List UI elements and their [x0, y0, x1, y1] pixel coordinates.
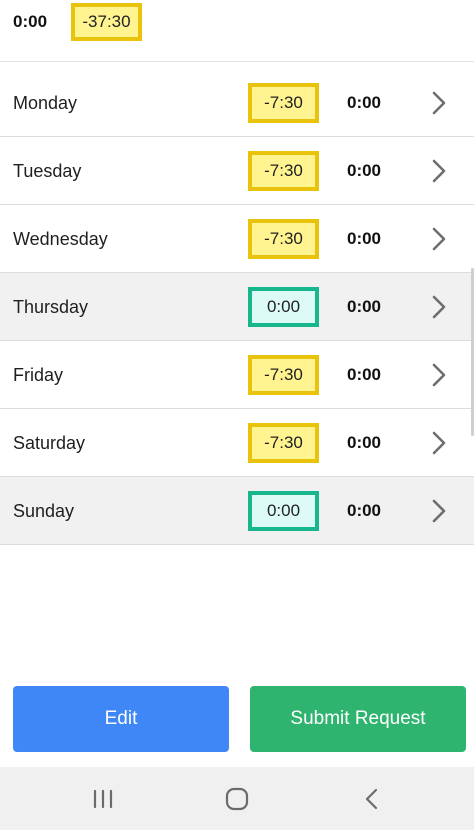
- day-row-friday[interactable]: Friday -7:30 0:00: [0, 341, 474, 409]
- day-name: Saturday: [13, 433, 86, 453]
- day-row-sunday[interactable]: Sunday 0:00 0:00: [0, 477, 474, 545]
- day-row-thursday[interactable]: Thursday 0:00 0:00: [0, 273, 474, 341]
- day-hours: 0:00: [346, 229, 382, 248]
- day-hours: 0:00: [346, 501, 382, 520]
- chevron-right-icon[interactable]: [426, 498, 452, 524]
- day-diff-badge: -7:30: [248, 151, 319, 191]
- day-diff-badge: 0:00: [248, 287, 319, 327]
- day-hours: 0:00: [346, 365, 382, 384]
- home-icon[interactable]: [221, 783, 253, 815]
- recent-apps-icon[interactable]: [87, 783, 119, 815]
- week-total-hours: 0:00: [13, 12, 48, 31]
- timesheet-week-screen: 0:00 -37:30 Monday -7:30 0:00 Tuesday -7…: [0, 0, 474, 830]
- chevron-right-icon[interactable]: [426, 430, 452, 456]
- day-row-wednesday[interactable]: Wednesday -7:30 0:00: [0, 205, 474, 273]
- day-diff-badge: -7:30: [248, 219, 319, 259]
- chevron-right-icon[interactable]: [426, 158, 452, 184]
- day-row-saturday[interactable]: Saturday -7:30 0:00: [0, 409, 474, 477]
- chevron-right-icon[interactable]: [426, 226, 452, 252]
- day-name: Thursday: [13, 297, 89, 317]
- day-name: Monday: [13, 93, 78, 113]
- day-row-monday[interactable]: Monday -7:30 0:00: [0, 69, 474, 137]
- day-diff-badge: -7:30: [248, 355, 319, 395]
- day-diff-badge: 0:00: [248, 491, 319, 531]
- chevron-right-icon[interactable]: [426, 90, 452, 116]
- week-summary: 0:00 -37:30: [0, 0, 474, 62]
- day-list: Monday -7:30 0:00 Tuesday -7:30 0:00 Wed…: [0, 69, 474, 545]
- day-hours: 0:00: [346, 297, 382, 316]
- day-diff-badge: -7:30: [248, 83, 319, 123]
- submit-request-button[interactable]: Submit Request: [250, 686, 466, 752]
- day-name: Sunday: [13, 501, 75, 521]
- day-hours: 0:00: [346, 433, 382, 452]
- chevron-right-icon[interactable]: [426, 362, 452, 388]
- edit-button[interactable]: Edit: [13, 686, 229, 752]
- back-icon[interactable]: [356, 783, 388, 815]
- day-name: Friday: [13, 365, 64, 385]
- day-name: Tuesday: [13, 161, 82, 181]
- system-nav-bar: [0, 767, 474, 830]
- day-hours: 0:00: [346, 93, 382, 112]
- week-total-diff-badge: -37:30: [71, 3, 142, 41]
- day-name: Wednesday: [13, 229, 108, 249]
- day-row-tuesday[interactable]: Tuesday -7:30 0:00: [0, 137, 474, 205]
- day-hours: 0:00: [346, 161, 382, 180]
- chevron-right-icon[interactable]: [426, 294, 452, 320]
- day-diff-badge: -7:30: [248, 423, 319, 463]
